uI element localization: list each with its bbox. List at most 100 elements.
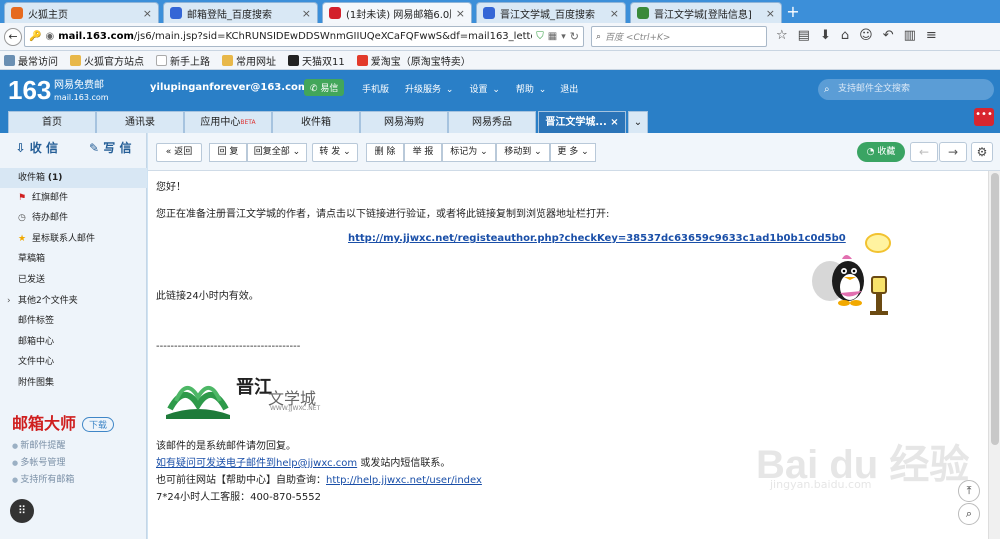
- reload-icon[interactable]: ↻: [570, 30, 579, 43]
- url-path: /js6/main.jsp?sid=KChRUNSIDEwDDSWnmGIIUQ…: [133, 31, 532, 42]
- tab-inbox[interactable]: 收件箱: [272, 111, 360, 133]
- more-button[interactable]: 更 多 ⌄: [550, 143, 596, 162]
- previous-mail-button[interactable]: ←: [910, 142, 938, 162]
- bookmark-ai-taobao[interactable]: 爱淘宝（原淘宝特卖）: [356, 53, 471, 68]
- more-apps-button[interactable]: •••: [974, 108, 994, 126]
- sidebar-icon[interactable]: ▥: [904, 28, 916, 43]
- tab-app-center[interactable]: 应用中心BETA: [184, 111, 272, 133]
- bookmark-firefox-official[interactable]: 火狐官方站点: [70, 53, 144, 68]
- qr-icon[interactable]: ▦: [548, 31, 557, 42]
- reply-all-button[interactable]: 回复全部 ⌄: [247, 143, 307, 162]
- jjwxc-logo[interactable]: 晋江 文学城 WWW.JJWXC.NET: [164, 371, 324, 419]
- move-to-button[interactable]: 移动到 ⌄: [496, 143, 550, 162]
- download-badge[interactable]: 下载: [82, 417, 115, 432]
- sidebar-item-mail-center[interactable]: 邮箱中心: [0, 332, 147, 352]
- sidebar-item-labels[interactable]: 邮件标签: [0, 311, 147, 331]
- star-icon: ★: [18, 234, 27, 244]
- sidebar-item-file-center[interactable]: 文件中心: [0, 352, 147, 372]
- close-icon[interactable]: ×: [610, 117, 618, 128]
- close-icon[interactable]: ×: [610, 7, 619, 20]
- tab-overflow-button[interactable]: ⌄: [628, 111, 648, 133]
- close-icon[interactable]: ×: [766, 7, 775, 20]
- close-icon[interactable]: ×: [302, 7, 311, 20]
- bookmark-common-sites[interactable]: 常用网址: [222, 53, 276, 68]
- sidebar-item-attachments[interactable]: 附件图集: [0, 373, 147, 393]
- browser-tab-firefox-home[interactable]: 火狐主页 ×: [4, 2, 159, 23]
- new-tab-button[interactable]: +: [785, 3, 801, 21]
- sidebar-item-sent[interactable]: 已发送: [0, 270, 147, 290]
- sidebar-item-todo[interactable]: ◷ 待办邮件: [0, 208, 147, 228]
- bookmark-getting-started[interactable]: 新手上路: [156, 53, 210, 68]
- logo-main-text: 晋江: [236, 377, 272, 398]
- close-icon[interactable]: ×: [143, 7, 152, 20]
- browser-tab-jjwxc-login[interactable]: 晋江文学城[登陆信息] ×: [630, 2, 782, 23]
- tab-jjwxc-mail[interactable]: 晋江文学城... ×: [538, 111, 626, 133]
- header-links: 手机版 升级服务 ⌄ 设置 ⌄ 帮助 ⌄ 退出: [360, 82, 580, 95]
- home-icon[interactable]: ⌂: [841, 28, 849, 43]
- shield-icon[interactable]: ⛉: [536, 31, 544, 42]
- hotline: 7*24小时人工客服：400-870-5552: [156, 492, 321, 503]
- back-button[interactable]: « 返回: [156, 143, 202, 162]
- search-placeholder: 百度 <Ctrl+K>: [605, 33, 671, 43]
- browser-tab-baidu-jjwxc[interactable]: 晋江文学城_百度搜索 ×: [476, 2, 626, 23]
- mail-master-promo[interactable]: 邮箱大师 下载: [12, 410, 115, 434]
- reading-list-icon[interactable]: ▤: [798, 28, 810, 43]
- back-arrow-icon[interactable]: ←: [4, 28, 22, 46]
- sidebar-item-inbox[interactable]: 收件箱 (1): [0, 168, 147, 188]
- sidebar-item-other-folders[interactable]: › 其他2个文件夹: [0, 291, 147, 311]
- penguin-illustration: [812, 233, 891, 315]
- baidu-icon: [170, 7, 182, 19]
- menu-icon[interactable]: ≡: [926, 28, 937, 43]
- folder-label: 红旗邮件: [32, 193, 69, 203]
- sidebar-item-flagged[interactable]: ⚑ 红旗邮件: [0, 188, 147, 208]
- mail-logo-number[interactable]: 163: [8, 76, 51, 104]
- browser-tab-baidu-mail[interactable]: 邮箱登陆_百度搜索 ×: [163, 2, 318, 23]
- bookmark-tmall[interactable]: 天猫双11: [288, 53, 345, 68]
- browser-tab-163-mail[interactable]: (1封未读) 网易邮箱6.0版 ×: [322, 2, 472, 23]
- download-icon[interactable]: ⬇: [820, 28, 831, 43]
- scrollbar-thumb[interactable]: [991, 173, 999, 445]
- gear-icon[interactable]: ⚙: [971, 142, 993, 162]
- logout-link[interactable]: 退出: [558, 82, 580, 95]
- help-link[interactable]: 帮助 ⌄: [512, 82, 548, 95]
- help-center-link[interactable]: http://help.jjwxc.net/user/index: [326, 475, 482, 486]
- bookmark-most-visited[interactable]: 最常访问: [4, 53, 58, 68]
- address-bar[interactable]: 🔑 ◉ mail.163.com/js6/main.jsp?sid=KChRUN…: [24, 26, 584, 47]
- upgrade-link[interactable]: 升级服务 ⌄: [401, 82, 455, 95]
- app-grid-icon[interactable]: ⠿: [10, 499, 34, 523]
- bookmark-label: 常用网址: [236, 56, 276, 68]
- report-button[interactable]: 举 报: [404, 143, 442, 162]
- zoom-icon[interactable]: ⌕: [958, 503, 980, 525]
- receive-button[interactable]: ⇩ 收 信: [0, 133, 74, 163]
- verify-link[interactable]: http://my.jjwxc.net/registeauthor.php?ch…: [348, 233, 846, 244]
- sidebar-item-starred[interactable]: ★ 星标联系人邮件: [0, 229, 147, 249]
- forward-button[interactable]: 转 发 ⌄: [312, 143, 358, 162]
- tab-haigou[interactable]: 网易海购: [360, 111, 448, 133]
- account-name[interactable]: yilupinganforever@163.com ⌄: [150, 82, 320, 93]
- next-mail-button[interactable]: →: [939, 142, 967, 162]
- scroll-top-icon[interactable]: ⤒: [958, 480, 980, 502]
- dropdown-icon[interactable]: ▾: [561, 32, 566, 42]
- tab-home[interactable]: 首页: [8, 111, 96, 133]
- undo-icon[interactable]: ↶: [883, 28, 894, 43]
- help-email-link[interactable]: 如有疑问可发送电子邮件到help@jjwxc.com: [156, 458, 357, 469]
- mail-scrollbar[interactable]: [988, 171, 1000, 539]
- browser-search-box[interactable]: ⌕ 百度 <Ctrl+K>: [591, 26, 767, 47]
- sidebar-item-drafts[interactable]: 草稿箱: [0, 249, 147, 269]
- write-button[interactable]: ✎ 写 信: [74, 133, 148, 163]
- settings-link[interactable]: 设置 ⌄: [465, 82, 501, 95]
- collect-button[interactable]: ◔ 收藏: [857, 142, 905, 162]
- yixin-button[interactable]: ✆ 易信: [304, 79, 345, 96]
- yixin-icon: ✆: [310, 84, 318, 94]
- reply-button[interactable]: 回 复: [209, 143, 247, 162]
- mobile-link[interactable]: 手机版: [360, 82, 391, 95]
- delete-button[interactable]: 删 除: [366, 143, 404, 162]
- tab-contacts[interactable]: 通讯录: [96, 111, 184, 133]
- chat-icon[interactable]: ☺: [859, 28, 873, 43]
- mail-search-input[interactable]: ⌕ 支持邮件全文搜索: [818, 79, 994, 100]
- star-icon[interactable]: ☆: [776, 28, 788, 43]
- mark-as-button[interactable]: 标记为 ⌄: [442, 143, 496, 162]
- tab-jjwxc-label: 晋江文学城...: [545, 117, 607, 128]
- close-icon[interactable]: ×: [456, 7, 465, 20]
- tab-xiupin[interactable]: 网易秀品: [448, 111, 536, 133]
